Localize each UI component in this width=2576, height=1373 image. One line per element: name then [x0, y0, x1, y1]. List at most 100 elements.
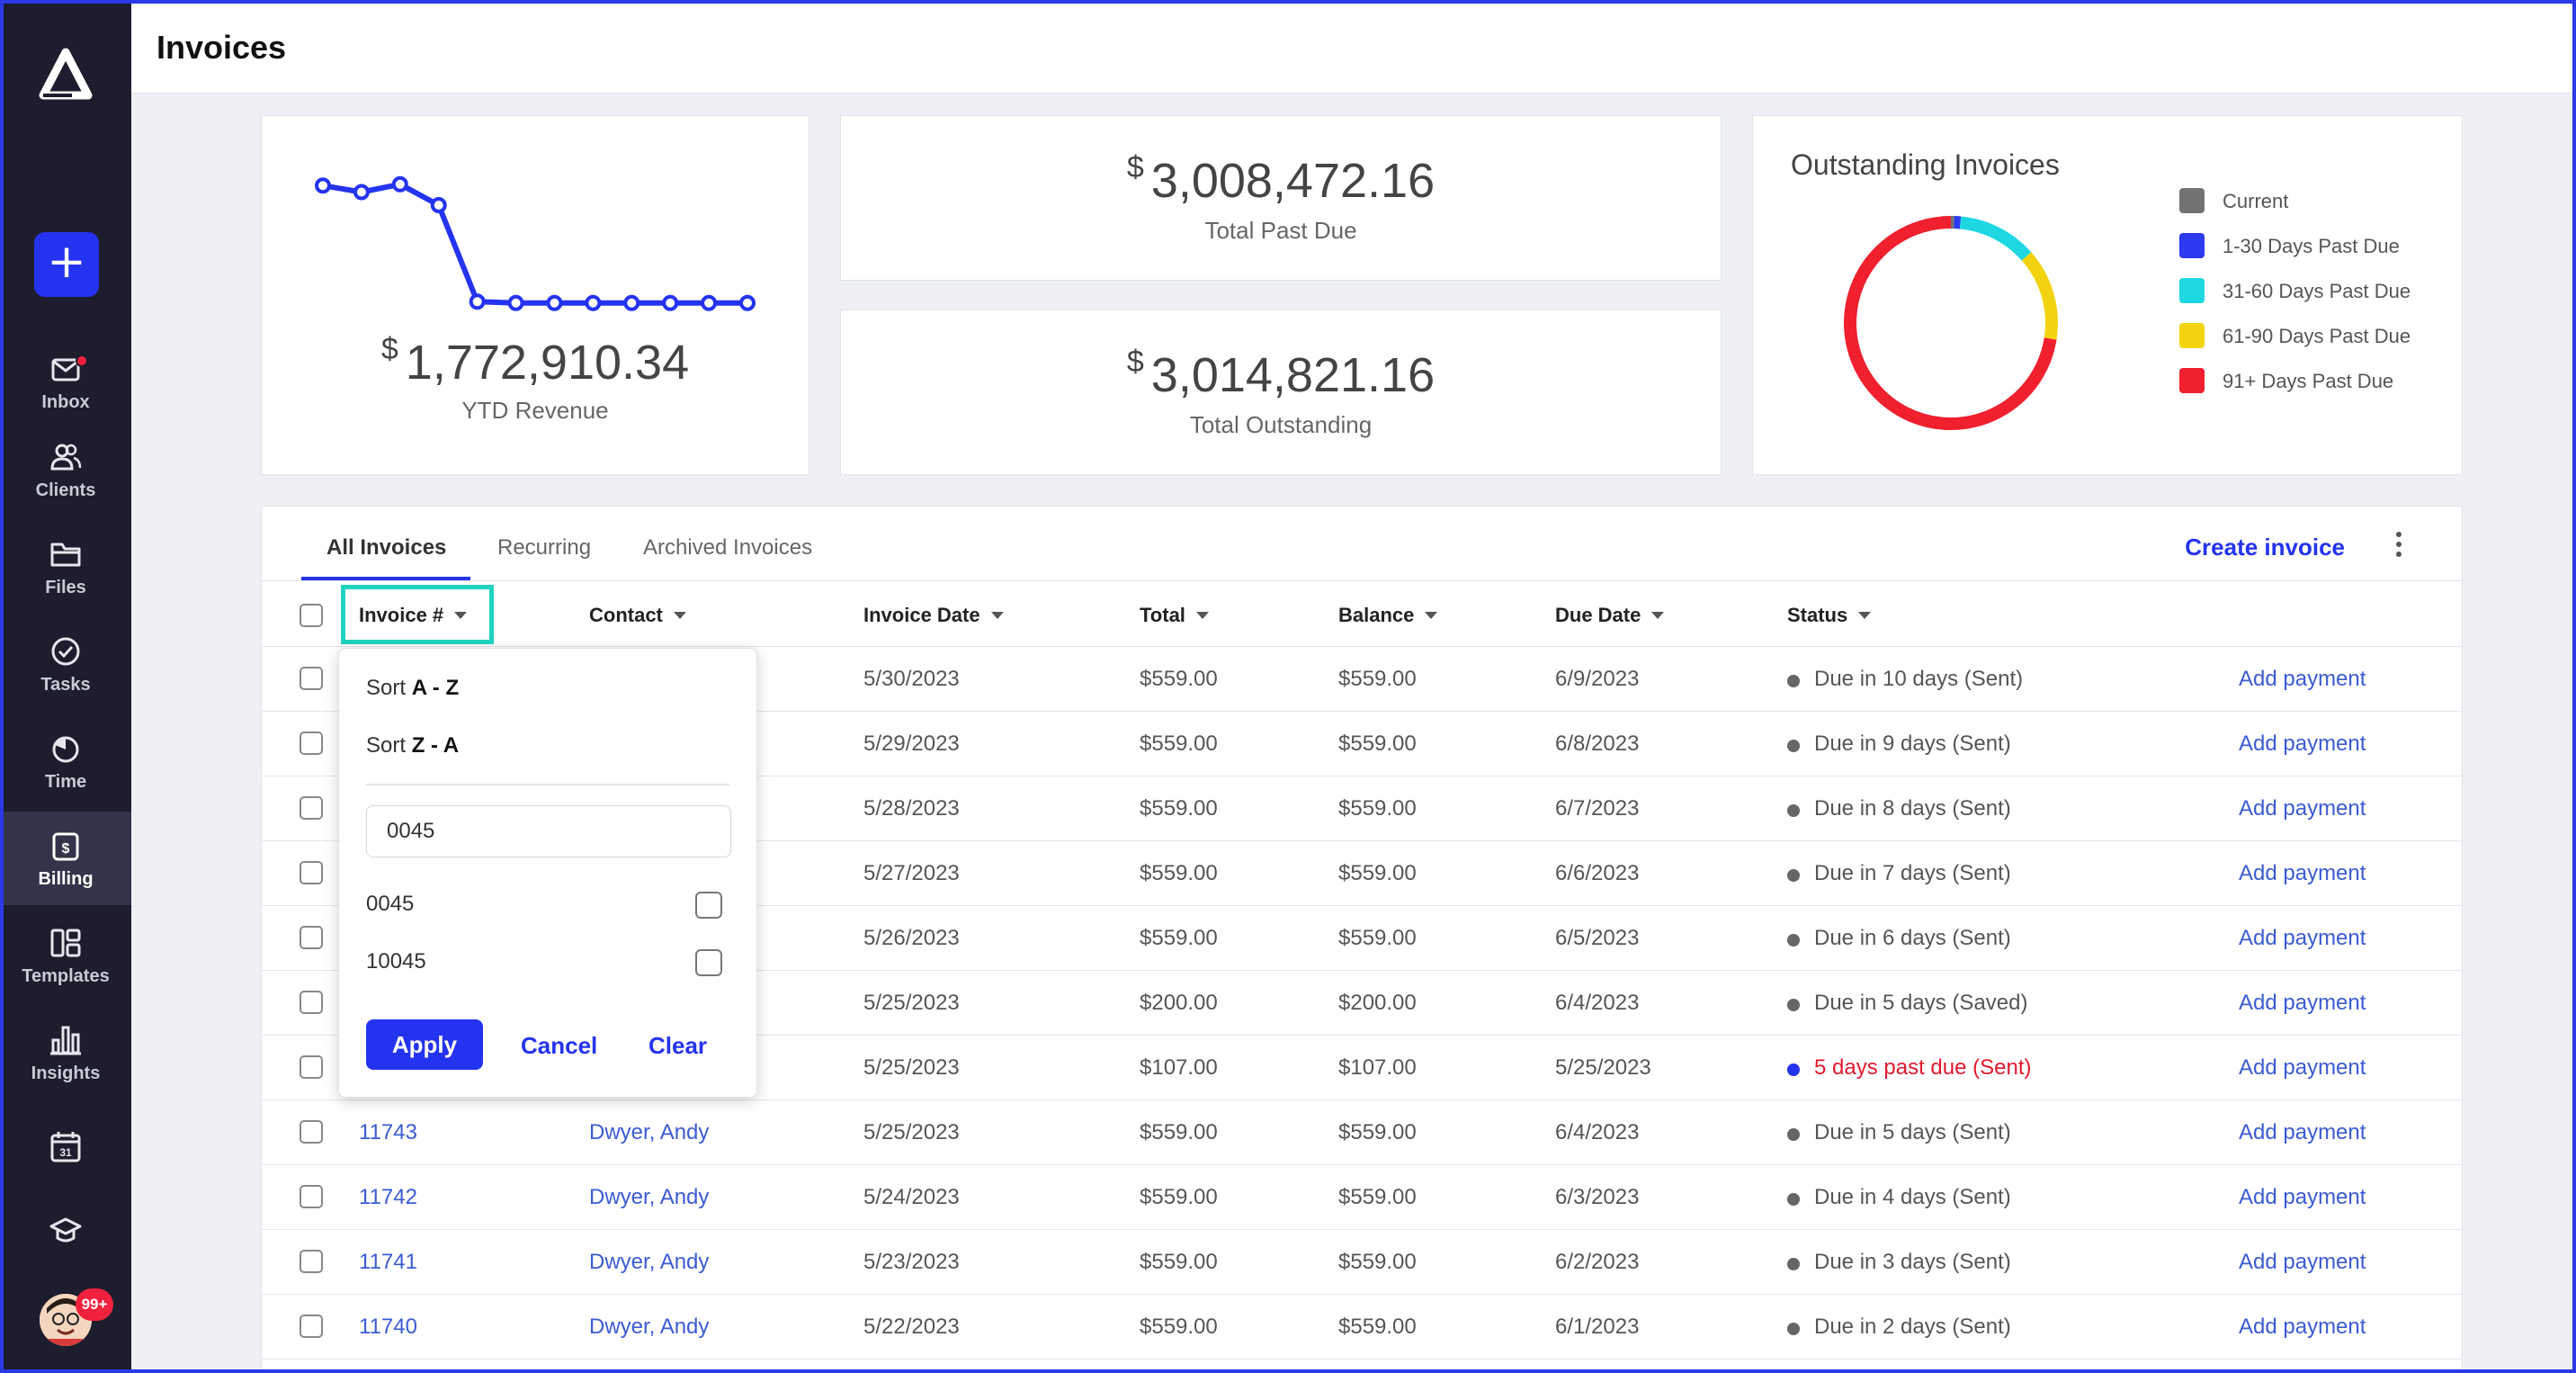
row-checkbox[interactable]	[300, 1120, 323, 1144]
table-row[interactable]: 11743 Dwyer, Andy 5/25/2023 $559.00 $559.00 6…	[262, 1100, 2462, 1165]
add-payment-link[interactable]: Add payment	[2239, 796, 2366, 821]
tab-archived-invoices[interactable]: Archived Invoices	[643, 535, 812, 561]
sort-caret-icon	[1425, 612, 1438, 619]
column-header-due-date[interactable]: Due Date	[1555, 604, 1665, 627]
create-invoice-button[interactable]: Create invoice	[2185, 534, 2345, 561]
row-checkbox[interactable]	[300, 1055, 323, 1079]
row-checkbox[interactable]	[300, 1185, 323, 1208]
select-all-checkbox[interactable]	[300, 604, 323, 627]
table-header-row: Invoice # Contact Invoice Date Total Bal…	[262, 582, 2462, 647]
status-dot	[1787, 869, 1800, 882]
sidebar-item-label: Inbox	[41, 392, 90, 412]
row-checkbox[interactable]	[300, 861, 323, 884]
sidebar-item-inbox[interactable]: Inbox	[0, 335, 131, 428]
invoice-date-cell: 5/26/2023	[863, 926, 960, 950]
apply-button[interactable]: Apply	[366, 1019, 483, 1070]
clear-button[interactable]: Clear	[648, 1032, 707, 1060]
status-dot	[1787, 1063, 1800, 1076]
sidebar-item-files[interactable]: Files	[0, 520, 131, 614]
tabs-divider	[262, 580, 2462, 581]
filter-option-checkbox[interactable]	[695, 949, 722, 976]
sidebar-item-templates[interactable]: Templates	[0, 909, 131, 1002]
tab-recurring[interactable]: Recurring	[497, 535, 591, 561]
total-cell: $559.00	[1140, 1120, 1218, 1144]
row-checkbox[interactable]	[300, 1315, 323, 1338]
add-payment-link[interactable]: Add payment	[2239, 1185, 2366, 1210]
sidebar-item-billing[interactable]: $ Billing	[0, 812, 131, 905]
status-dot	[1787, 934, 1800, 947]
unread-badge	[76, 354, 88, 367]
sidebar-item-tasks[interactable]: Tasks	[0, 617, 131, 711]
sort-a-z-option[interactable]: Sort A - Z	[366, 676, 459, 701]
outstanding-amount-value: 3,014,821.16	[1150, 348, 1436, 402]
column-header-status[interactable]: Status	[1787, 604, 1872, 627]
more-options-icon[interactable]	[2393, 532, 2404, 562]
add-payment-link[interactable]: Add payment	[2239, 1315, 2366, 1340]
sort-z-a-option[interactable]: Sort Z - A	[366, 733, 459, 758]
sort-caret-icon	[1195, 612, 1209, 619]
past-due-label: Total Past Due	[1204, 217, 1357, 244]
invoice-date-cell: 5/25/2023	[863, 1055, 960, 1080]
status-cell: Due in 7 days (Sent)	[1814, 861, 2011, 885]
row-checkbox[interactable]	[300, 796, 323, 820]
sidebar-item-clients[interactable]: Clients	[0, 423, 131, 516]
filter-search-input[interactable]	[366, 805, 731, 857]
contact-link[interactable]: Dwyer, Andy	[589, 1250, 709, 1275]
outstanding-invoices-card: Outstanding Invoices Current 1-30 Days Pa…	[1752, 115, 2463, 475]
invoice-number-link[interactable]: 11740	[359, 1315, 417, 1340]
app-logo-icon[interactable]	[36, 45, 95, 104]
column-header-contact[interactable]: Contact	[589, 604, 686, 627]
contact-link[interactable]: Dwyer, Andy	[589, 1185, 709, 1210]
row-checkbox[interactable]	[300, 1250, 323, 1273]
status-cell: Due in 3 days (Sent)	[1814, 1250, 2011, 1274]
contact-link[interactable]: Dwyer, Andy	[589, 1315, 709, 1340]
ytd-data-point	[662, 294, 679, 311]
ytd-revenue-label: YTD Revenue	[461, 397, 609, 424]
cancel-button[interactable]: Cancel	[521, 1032, 597, 1060]
add-payment-link[interactable]: Add payment	[2239, 667, 2366, 692]
column-header-total[interactable]: Total	[1140, 604, 1209, 627]
column-header-invoice-date[interactable]: Invoice Date	[863, 604, 1004, 627]
contact-link[interactable]: Dwyer, Andy	[589, 1120, 709, 1145]
sort-prefix: Sort	[366, 676, 407, 700]
table-row[interactable]: 11742 Dwyer, Andy 5/24/2023 $559.00 $559.00 6…	[262, 1165, 2462, 1230]
past-due-currency: $	[1126, 150, 1144, 184]
calendar-nav-item[interactable]: 31	[0, 1112, 131, 1206]
add-payment-link[interactable]: Add payment	[2239, 991, 2366, 1016]
add-payment-link[interactable]: Add payment	[2239, 1250, 2366, 1275]
due-date-cell: 5/25/2023	[1555, 1055, 1651, 1080]
sort-caret-icon	[454, 612, 468, 619]
invoice-number-link[interactable]: 11743	[359, 1120, 417, 1145]
column-header-balance[interactable]: Balance	[1338, 604, 1438, 627]
total-cell: $559.00	[1140, 926, 1218, 950]
tab-all-invoices[interactable]: All Invoices	[326, 535, 446, 561]
column-label: Invoice Date	[863, 604, 980, 626]
ytd-data-point	[546, 294, 563, 311]
invoice-number-link[interactable]: 11742	[359, 1185, 417, 1210]
table-row[interactable]: 11741 Dwyer, Andy 5/23/2023 $559.00 $559.00 6…	[262, 1230, 2462, 1295]
sort-caret-icon	[990, 612, 1004, 619]
invoice-number-link[interactable]: 11741	[359, 1250, 417, 1275]
sidebar-item-insights[interactable]: Insights	[0, 1006, 131, 1099]
sidebar-item-label: Billing	[38, 869, 94, 889]
invoice-date-cell: 5/27/2023	[863, 861, 960, 885]
row-checkbox[interactable]	[300, 991, 323, 1014]
row-checkbox[interactable]	[300, 667, 323, 690]
add-payment-link[interactable]: Add payment	[2239, 1055, 2366, 1081]
table-row[interactable]: 11740 Dwyer, Andy 5/22/2023 $559.00 $559.00 6…	[262, 1295, 2462, 1360]
column-header-invoice[interactable]: Invoice #	[359, 604, 468, 627]
templates-icon	[50, 929, 81, 957]
ytd-data-point	[353, 184, 370, 201]
add-payment-link[interactable]: Add payment	[2239, 926, 2366, 951]
sidebar-item-time[interactable]: Time	[0, 714, 131, 808]
sidebar-item-label: Clients	[35, 480, 96, 500]
filter-option-checkbox[interactable]	[695, 892, 722, 919]
add-payment-link[interactable]: Add payment	[2239, 731, 2366, 757]
ytd-amount-value: 1,772,910.34	[405, 336, 690, 390]
academy-nav-item[interactable]	[0, 1197, 131, 1290]
row-checkbox[interactable]	[300, 926, 323, 949]
row-checkbox[interactable]	[300, 731, 323, 755]
add-payment-link[interactable]: Add payment	[2239, 1120, 2366, 1145]
new-item-button[interactable]: +	[34, 232, 99, 297]
add-payment-link[interactable]: Add payment	[2239, 861, 2366, 886]
